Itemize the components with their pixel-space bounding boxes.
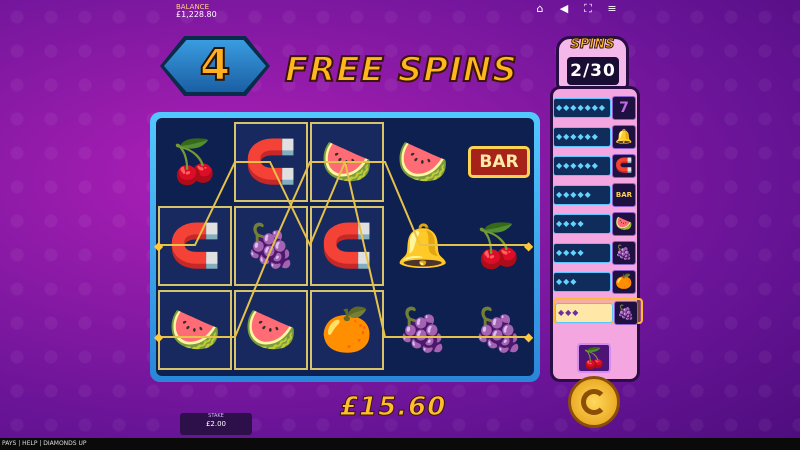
payline-1 — [160, 161, 530, 248]
horseshoe-icon: 🧲 — [612, 154, 636, 178]
ladder-row: ◆◆◆◆◆◆ 🔔 — [553, 124, 643, 150]
balance-value: £1,228.80 — [176, 10, 217, 19]
stake-display[interactable]: STAKE £2.00 — [180, 413, 252, 435]
plum-icon: 🍇 — [614, 301, 638, 325]
payline-marker-right-1: ◆ — [524, 239, 534, 253]
bar-icon: BAR — [612, 183, 636, 207]
spin-icon — [581, 389, 607, 415]
ladder-row: ◆◆◆◆◆ BAR — [553, 182, 643, 208]
seven-icon: 7 — [612, 96, 636, 120]
spins-label: SPINS — [570, 37, 615, 53]
stake-value: £2.00 — [205, 420, 227, 428]
payline-2 — [160, 161, 530, 338]
ladder-gems: ◆◆◆◆◆◆ — [553, 156, 611, 176]
payline-marker-right-2: ◆ — [524, 330, 534, 344]
ladder-gems: ◆◆◆◆◆ — [553, 185, 611, 205]
free-spins-count: 4 — [199, 39, 232, 92]
stake-label: STAKE — [208, 413, 224, 419]
bell-icon: 🔔 — [612, 125, 636, 149]
home-icon[interactable]: ⌂ — [534, 3, 546, 15]
grapes-icon: 🍇 — [612, 241, 636, 265]
ladder-gems: ◆◆◆ — [555, 303, 613, 323]
ladder-row: ◆◆◆◆◆◆◆ 7 — [553, 95, 643, 121]
ladder-gems: ◆◆◆◆◆◆◆ — [553, 98, 611, 118]
ladder-row: ◆◆◆ 🍇 — [553, 298, 643, 325]
menu-icon[interactable]: ≡ — [606, 3, 618, 15]
spin-button[interactable] — [568, 376, 620, 428]
speaker-icon[interactable]: ◀ — [558, 3, 570, 15]
ladder-row: ◆◆◆ 🍊 — [553, 269, 643, 295]
ladder-gems: ◆◆◆◆ — [553, 214, 611, 234]
ladder-gems: ◆◆◆ — [553, 272, 611, 292]
payline-marker-left-1: ◆ — [154, 239, 164, 253]
payline-marker-left-2: ◆ — [154, 330, 164, 344]
orange-icon: 🍊 — [612, 270, 636, 294]
ladder-row: ◆◆◆◆◆◆ 🧲 — [553, 153, 643, 179]
fullscreen-icon[interactable]: ⛶ — [582, 3, 594, 15]
bottom-bar[interactable]: PAYS | HELP | DIAMONDS UP — [0, 438, 800, 450]
ladder-bottom-symbol: 🍒 — [577, 343, 611, 373]
top-toolbar: ⌂ ◀ ⛶ ≡ — [534, 3, 618, 15]
spins-value: 2/30 — [567, 57, 619, 85]
ladder-row: ◆◆◆◆ 🍇 — [553, 240, 643, 266]
balance-display: BALANCE £1,228.80 — [176, 3, 217, 19]
win-amount: £15.60 — [339, 392, 447, 423]
free-spins-title: FREE SPINS — [284, 49, 518, 91]
ladder-gems: ◆◆◆◆ — [553, 243, 611, 263]
ladder-row: ◆◆◆◆ 🍉 — [553, 211, 643, 237]
free-spins-count-badge: 4 — [160, 36, 270, 96]
watermelon-icon: 🍉 — [612, 212, 636, 236]
winning-paylines — [160, 161, 530, 338]
spins-counter: SPINS 2/30 — [556, 36, 629, 90]
diamond-ladder: 🍒 ◆◆◆◆◆◆◆ 7 ◆◆◆◆◆◆ 🔔 ◆◆◆◆◆◆ 🧲 ◆◆◆◆◆ BAR ◆◆◆◆ 🍉 ◆◆◆… — [550, 86, 643, 382]
ladder-gems: ◆◆◆◆◆◆ — [553, 127, 611, 147]
